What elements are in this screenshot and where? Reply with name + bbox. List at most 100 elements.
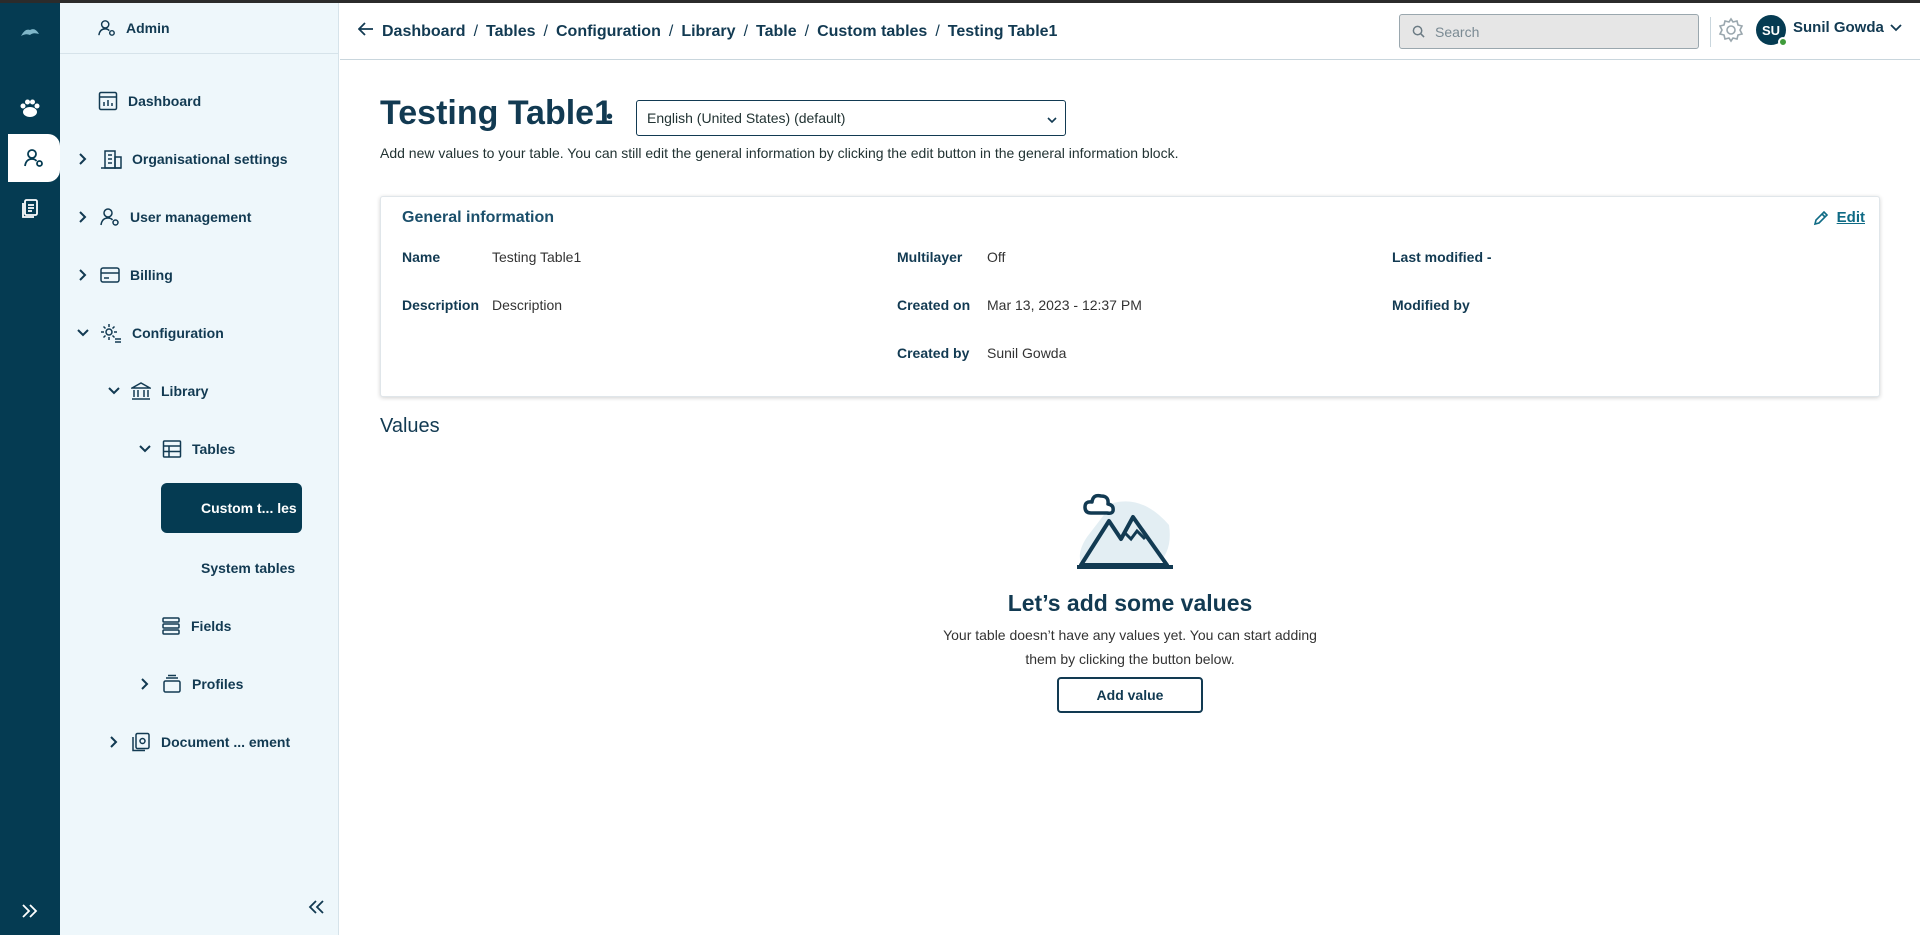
sidebar: Admin Dashboard Organisational settings …: [60, 3, 339, 935]
user-menu[interactable]: Sunil Gowda: [1793, 19, 1902, 36]
last-modified-label: Last modified -: [1392, 249, 1492, 265]
created-by-label: Created by: [897, 345, 970, 361]
search-placeholder: Search: [1435, 23, 1480, 40]
chevron-down-icon[interactable]: [107, 387, 121, 395]
sidebar-item-tables[interactable]: Tables: [138, 437, 235, 461]
sidebar-item-custom-tables[interactable]: Custom t... les: [161, 483, 302, 533]
top-bar: Dashboard / Tables / Configuration / Librar…: [340, 3, 1920, 60]
search-icon: [1412, 25, 1425, 38]
chevron-down-icon: [1890, 23, 1902, 31]
card-title: General information: [402, 209, 555, 226]
empty-state-text: Your table doesn’t have any values yet. …: [943, 627, 1317, 667]
back-arrow-icon[interactable]: [357, 22, 374, 41]
language-select-value: English (United States) (default): [647, 110, 846, 126]
edit-button[interactable]: Edit: [1813, 209, 1865, 226]
sidebar-item-label: Tables: [192, 441, 236, 457]
credit-card-icon: [100, 267, 120, 283]
sidebar-item-label: Document ... ement: [161, 734, 291, 750]
multilayer-label: Multilayer: [897, 249, 963, 265]
sidebar-item-label: Fields: [191, 618, 232, 634]
admin-icon: [98, 20, 115, 36]
sidebar-item-label: Custom t... les: [201, 500, 297, 516]
configuration-gear-icon: [101, 324, 121, 343]
sidebar-item-label: Dashboard: [128, 93, 202, 109]
chevron-down-icon[interactable]: [138, 445, 152, 453]
general-information-card: General information Edit Name Testing Ta…: [380, 196, 1880, 397]
admin-user-icon[interactable]: [8, 134, 60, 182]
mountain-cloud-icon: [1073, 485, 1177, 578]
multilayer-value: Off: [987, 249, 1006, 265]
pencil-icon: [1813, 210, 1828, 225]
collapse-sidebar-icon[interactable]: [307, 899, 325, 920]
library-icon: [131, 382, 151, 400]
created-on-value: Mar 13, 2023 - 12:37 PM: [987, 297, 1142, 313]
breadcrumb-tables[interactable]: Tables: [486, 23, 536, 41]
sidebar-item-document-management[interactable]: Document ... ement: [107, 730, 290, 754]
sidebar-item-profiles[interactable]: Profiles: [138, 672, 243, 696]
sidebar-item-library[interactable]: Library: [107, 379, 208, 403]
app-rail: [0, 3, 60, 935]
search-input[interactable]: Search: [1399, 14, 1699, 49]
breadcrumb-dashboard[interactable]: Dashboard: [382, 23, 466, 41]
sidebar-item-configuration[interactable]: Configuration: [76, 321, 224, 345]
created-on-label: Created on: [897, 297, 971, 313]
empty-state-title: Let’s add some values: [1007, 590, 1253, 616]
paw-icon[interactable]: [0, 84, 60, 132]
user-name: Sunil Gowda: [1793, 19, 1884, 36]
avatar-initials: SU: [1761, 22, 1781, 38]
modified-by-label: Modified by: [1392, 297, 1470, 313]
sidebar-header: Admin: [60, 3, 338, 54]
created-by-value: Sunil Gowda: [987, 345, 1067, 361]
chevron-right-icon[interactable]: [76, 211, 90, 223]
sidebar-item-user-management[interactable]: User management: [76, 205, 251, 229]
sidebar-item-billing[interactable]: Billing: [76, 263, 173, 287]
sidebar-item-label: System tables: [201, 560, 296, 576]
fields-icon: [162, 617, 180, 635]
sidebar-item-label: Configuration: [132, 325, 224, 341]
chevron-right-icon[interactable]: [76, 269, 90, 281]
chevron-right-icon[interactable]: [138, 678, 152, 690]
description-value: Description: [492, 297, 563, 313]
sidebar-item-label: User management: [130, 209, 252, 225]
sidebar-item-organisational-settings[interactable]: Organisational settings: [76, 147, 288, 171]
chevron-right-icon[interactable]: [107, 736, 121, 748]
documents-icon[interactable]: [0, 185, 60, 233]
sidebar-title: Admin: [126, 20, 170, 36]
name-value: Testing Table1: [492, 249, 582, 265]
online-status-dot: [1778, 37, 1788, 47]
building-icon: [101, 150, 122, 169]
profiles-icon: [163, 674, 181, 693]
language-select[interactable]: English (United States) (default): [636, 100, 1066, 136]
page-subtitle: Add new values to your table. You can st…: [380, 145, 1179, 161]
sidebar-item-dashboard[interactable]: Dashboard: [98, 89, 201, 113]
values-heading: Values: [380, 415, 440, 437]
page-title: Testing Table1: [380, 94, 614, 132]
avatar[interactable]: SU: [1756, 15, 1788, 47]
breadcrumb-table[interactable]: Table: [756, 23, 797, 41]
sidebar-item-label: Organisational settings: [132, 151, 288, 167]
sidebar-item-fields[interactable]: Fields: [161, 614, 231, 638]
document-settings-icon: [132, 732, 150, 752]
breadcrumb-custom-tables[interactable]: Custom tables: [817, 23, 927, 41]
sidebar-item-label: Billing: [130, 267, 173, 283]
sidebar-item-label: Profiles: [192, 676, 244, 692]
add-value-button[interactable]: Add value: [1057, 677, 1203, 713]
description-label: Description: [402, 297, 480, 313]
app-logo-icon[interactable]: [0, 9, 60, 57]
expand-rail-icon[interactable]: [0, 887, 60, 935]
name-label: Name: [402, 249, 441, 265]
user-management-icon: [100, 208, 119, 226]
chevron-down-icon: [1047, 111, 1057, 127]
breadcrumb-library[interactable]: Library: [681, 23, 735, 41]
header-divider: [1710, 17, 1711, 47]
settings-gear-icon[interactable]: [1718, 17, 1744, 48]
chevron-down-icon[interactable]: [76, 329, 90, 337]
chevron-right-icon[interactable]: [76, 153, 90, 165]
dashboard-icon: [98, 91, 118, 111]
sidebar-item-label: Library: [161, 383, 209, 399]
breadcrumb-current: Testing Table1: [947, 22, 1058, 40]
breadcrumb: Dashboard / Tables / Configuration / Librar…: [357, 22, 1058, 41]
table-icon: [162, 440, 182, 458]
breadcrumb-configuration[interactable]: Configuration: [556, 23, 661, 41]
sidebar-item-system-tables[interactable]: System tables: [201, 556, 295, 580]
